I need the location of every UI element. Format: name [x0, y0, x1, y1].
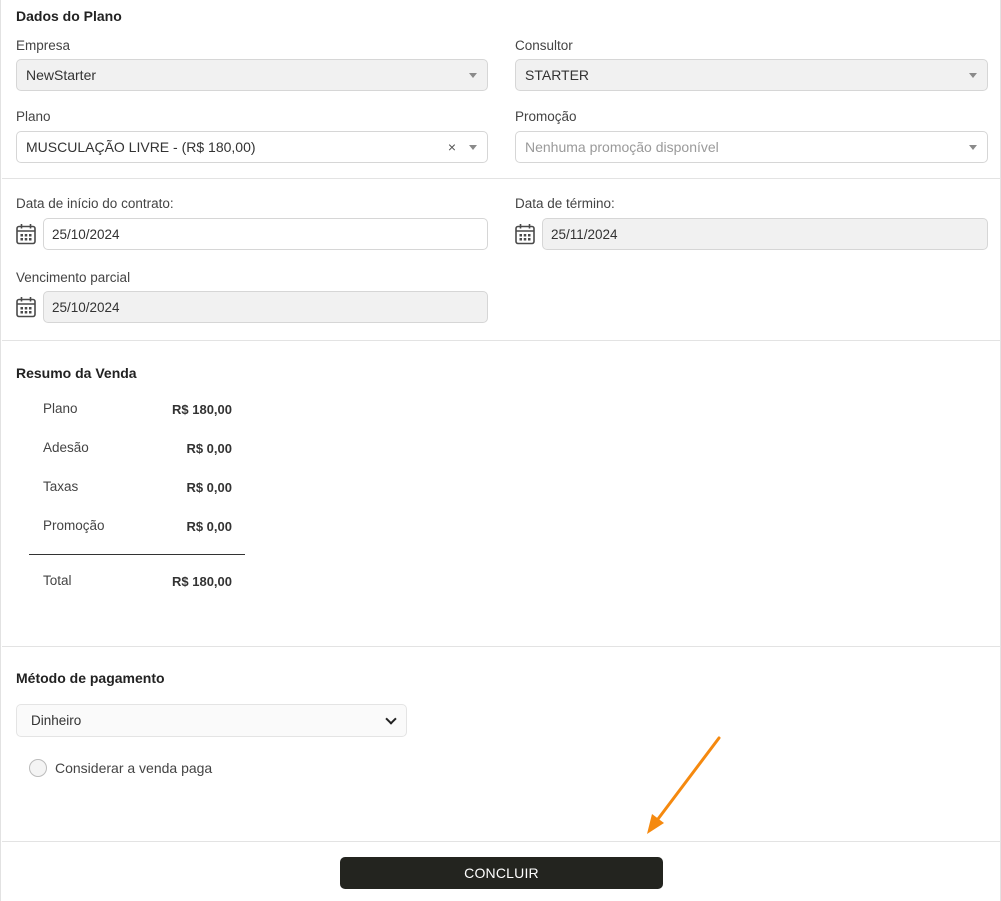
consultor-select[interactable]: STARTER — [515, 59, 988, 91]
summary-row-label: Promoção — [43, 518, 105, 533]
summary-row-value: R$ 0,00 — [186, 480, 232, 495]
dropdown-caret-icon — [469, 72, 477, 78]
dropdown-caret-icon — [969, 144, 977, 150]
termino-date-input[interactable]: 25/11/2024 — [542, 218, 988, 250]
promocao-placeholder: Nenhuma promoção disponível — [525, 139, 719, 155]
plano-label: Plano — [16, 109, 51, 124]
section-divider — [2, 340, 1001, 341]
summary-row-value: R$ 0,00 — [186, 519, 232, 534]
concluir-button[interactable]: CONCLUIR — [340, 857, 663, 889]
chevron-down-icon — [385, 712, 397, 725]
summary-total-divider — [29, 554, 245, 555]
inicio-label: Data de início do contrato: — [16, 196, 174, 211]
paid-checkbox-label[interactable]: Considerar a venda paga — [55, 760, 212, 776]
promocao-label: Promoção — [515, 109, 577, 124]
summary-row-label: Adesão — [43, 440, 89, 455]
vencimento-date-input[interactable]: 25/10/2024 — [43, 291, 488, 323]
section-divider — [2, 178, 1001, 179]
summary-row-value: R$ 180,00 — [172, 402, 232, 417]
clear-icon[interactable]: × — [448, 140, 456, 154]
dropdown-caret-icon — [969, 72, 977, 78]
payment-method-select[interactable]: Dinheiro — [16, 704, 407, 737]
summary-title: Resumo da Venda — [16, 365, 137, 381]
footer-divider — [2, 841, 1001, 842]
calendar-icon[interactable] — [515, 223, 535, 245]
summary-total-label: Total — [43, 573, 72, 588]
inicio-date-value: 25/10/2024 — [52, 226, 120, 242]
termino-date-value: 25/11/2024 — [551, 226, 618, 242]
plano-select[interactable]: MUSCULAÇÃO LIVRE - (R$ 180,00) × — [16, 131, 488, 163]
paid-checkbox[interactable] — [29, 759, 47, 777]
empresa-value: NewStarter — [26, 67, 97, 83]
summary-row-label: Plano — [43, 401, 78, 416]
payment-method-value: Dinheiro — [31, 713, 82, 728]
form-panel: Dados do Plano Empresa NewStarter Consul… — [0, 0, 1001, 901]
arrow-annotation — [647, 736, 721, 834]
empresa-label: Empresa — [16, 38, 71, 53]
termino-label: Data de término: — [515, 196, 615, 211]
dropdown-caret-icon — [469, 144, 477, 150]
plano-value: MUSCULAÇÃO LIVRE - (R$ 180,00) — [26, 139, 256, 155]
calendar-icon[interactable] — [16, 296, 36, 318]
section-divider — [2, 646, 1001, 647]
summary-row-value: R$ 0,00 — [186, 441, 232, 456]
payment-title: Método de pagamento — [16, 670, 165, 686]
consultor-label: Consultor — [515, 38, 573, 53]
inicio-date-input[interactable]: 25/10/2024 — [43, 218, 488, 250]
calendar-icon[interactable] — [16, 223, 36, 245]
consultor-value: STARTER — [525, 67, 590, 83]
vencimento-label: Vencimento parcial — [16, 270, 131, 285]
vencimento-date-value: 25/10/2024 — [52, 299, 120, 315]
promocao-select[interactable]: Nenhuma promoção disponível — [515, 131, 988, 163]
plan-section-title: Dados do Plano — [16, 8, 122, 24]
summary-total-value: R$ 180,00 — [172, 574, 232, 589]
empresa-select[interactable]: NewStarter — [16, 59, 488, 91]
summary-row-label: Taxas — [43, 479, 79, 494]
